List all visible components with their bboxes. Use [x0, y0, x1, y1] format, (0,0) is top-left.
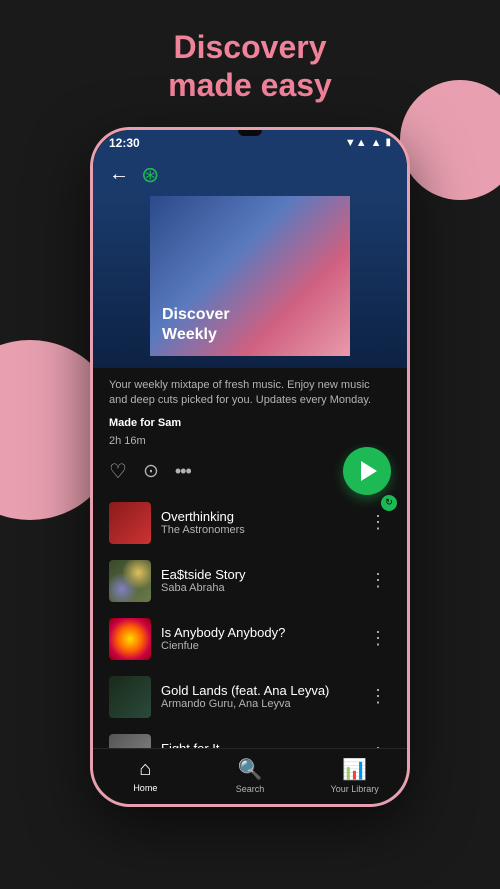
track-item[interactable]: Ea$tside Story Saba Abraha ⋮	[93, 552, 407, 610]
page-wrapper: Discovery made easy 12:30 ▼▲ ▲ ▮ ← ⊛	[0, 0, 500, 889]
battery-icon: ▮	[385, 137, 391, 148]
phone-screen: 12:30 ▼▲ ▲ ▮ ← ⊛ Discover Weekl	[93, 130, 407, 804]
track-more-4[interactable]: ⋮	[365, 686, 391, 707]
track-info-4: Gold Lands (feat. Ana Leyva) Armando Gur…	[161, 683, 355, 710]
track-title-2: Ea$tside Story	[161, 567, 355, 582]
more-options-button[interactable]: •••	[175, 461, 191, 482]
track-title-4: Gold Lands (feat. Ana Leyva)	[161, 683, 355, 698]
track-title-1: Overthinking	[161, 509, 355, 524]
track-item[interactable]: Overthinking The Astronomers ⋮	[93, 494, 407, 552]
track-more-3[interactable]: ⋮	[365, 628, 391, 649]
heart-button[interactable]: ♡	[109, 459, 127, 484]
headline-line1: Discovery	[174, 29, 327, 65]
album-art: Discover Weekly	[150, 196, 350, 356]
track-more-2[interactable]: ⋮	[365, 570, 391, 591]
track-artist-4: Armando Guru, Ana Leyva	[161, 698, 355, 710]
wifi-icon: ▼▲	[345, 137, 367, 149]
nav-library-label: Your Library	[331, 784, 379, 794]
status-time: 12:30	[109, 136, 140, 150]
track-item[interactable]: Fight for It Brave Holiday ⋮	[93, 726, 407, 748]
track-item[interactable]: Is Anybody Anybody? Cienfue ⋮	[93, 610, 407, 668]
made-for: Made for Sam	[93, 413, 407, 433]
made-for-label: Made for	[109, 417, 155, 429]
download-button[interactable]: ⊙	[143, 460, 159, 483]
content-area[interactable]: Your weekly mixtape of fresh music. Enjo…	[93, 368, 407, 748]
headline-line2: made easy	[168, 67, 332, 103]
track-list: Overthinking The Astronomers ⋮ Ea$tside …	[93, 490, 407, 748]
controls-row: ♡ ⊙ •••	[93, 453, 407, 490]
track-thumbnail-2	[109, 560, 151, 602]
signal-icon: ▲	[371, 137, 382, 149]
search-icon: 🔍	[238, 757, 263, 782]
track-info-3: Is Anybody Anybody? Cienfue	[161, 625, 355, 652]
nav-home[interactable]: ⌂ Home	[115, 758, 175, 793]
track-item[interactable]: Gold Lands (feat. Ana Leyva) Armando Gur…	[93, 668, 407, 726]
nav-home-label: Home	[133, 783, 157, 793]
status-icons: ▼▲ ▲ ▮	[345, 137, 391, 149]
track-artist-3: Cienfue	[161, 640, 355, 652]
spotify-logo-icon: ⊛	[141, 162, 159, 188]
top-nav: ← ⊛	[93, 154, 407, 196]
play-button[interactable]	[343, 447, 391, 495]
track-thumbnail-3	[109, 618, 151, 660]
track-thumbnail-5	[109, 734, 151, 748]
nav-search-label: Search	[236, 784, 265, 794]
track-thumbnail-4	[109, 676, 151, 718]
page-headline: Discovery made easy	[168, 28, 332, 105]
track-info-2: Ea$tside Story Saba Abraha	[161, 567, 355, 594]
nav-library[interactable]: 📊 Your Library	[325, 757, 385, 794]
home-icon: ⌂	[139, 758, 151, 781]
album-title: Discover Weekly	[162, 305, 230, 343]
shuffle-badge[interactable]	[381, 495, 397, 511]
library-icon: 📊	[342, 757, 367, 782]
track-info-5: Fight for It Brave Holiday	[161, 741, 355, 748]
track-title-3: Is Anybody Anybody?	[161, 625, 355, 640]
album-title-line1: Discover	[162, 306, 230, 323]
made-for-user: Sam	[158, 417, 181, 429]
album-title-line2: Weekly	[162, 326, 217, 343]
track-title-5: Fight for It	[161, 741, 355, 748]
album-description: Your weekly mixtape of fresh music. Enjo…	[93, 368, 407, 413]
track-thumbnail-1	[109, 502, 151, 544]
bottom-nav: ⌂ Home 🔍 Search 📊 Your Library	[93, 748, 407, 804]
nav-search[interactable]: 🔍 Search	[220, 757, 280, 794]
track-artist-1: The Astronomers	[161, 524, 355, 536]
album-section: Discover Weekly	[93, 196, 407, 368]
album-art-background: Discover Weekly	[150, 196, 350, 356]
back-button[interactable]: ←	[109, 163, 129, 186]
track-more-1[interactable]: ⋮	[365, 512, 391, 533]
phone-frame: 12:30 ▼▲ ▲ ▮ ← ⊛ Discover Weekl	[90, 127, 410, 807]
track-info-1: Overthinking The Astronomers	[161, 509, 355, 536]
track-artist-2: Saba Abraha	[161, 582, 355, 594]
phone-notch	[238, 130, 262, 136]
